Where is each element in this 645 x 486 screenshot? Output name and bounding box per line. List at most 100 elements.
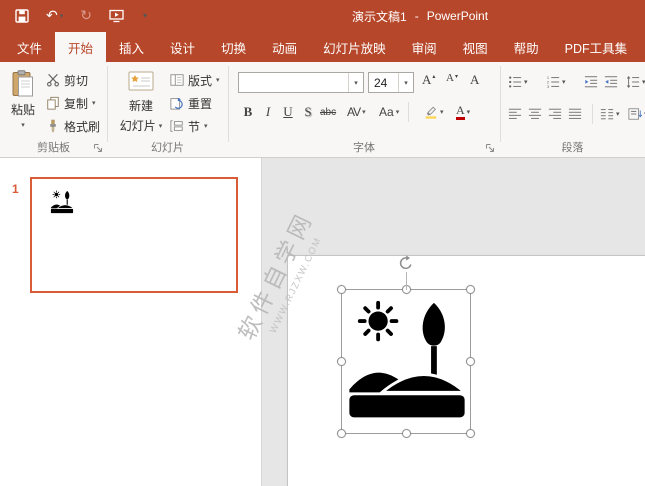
chevron-down-icon[interactable]: ▾ [398, 73, 413, 92]
format-painter-button[interactable]: 格式刷 [46, 116, 100, 136]
landscape-clipart-picture[interactable] [348, 298, 466, 427]
new-slide-button[interactable]: 新建 幻灯片 ▾ [116, 65, 166, 143]
cut-label: 剪切 [64, 72, 88, 89]
document-title: 演示文稿1 [352, 8, 407, 25]
slide-number: 1 [12, 182, 19, 196]
chevron-down-icon: ▾ [143, 12, 147, 20]
selection-handle[interactable] [337, 429, 346, 438]
font-name-select[interactable]: ▾ [238, 72, 364, 93]
slide-thumbnail[interactable] [30, 177, 238, 293]
tab-slideshow[interactable]: 幻灯片放映 [310, 32, 399, 62]
title-separator: - [415, 9, 419, 23]
font-dialog-launcher[interactable] [485, 142, 497, 154]
group-separator [228, 66, 229, 142]
save-button[interactable] [15, 9, 29, 23]
tab-transitions[interactable]: 切换 [208, 32, 259, 62]
decrease-indent-button[interactable] [584, 72, 598, 92]
selection-handle[interactable] [402, 429, 411, 438]
chevron-down-icon: ▾ [524, 78, 528, 86]
text-direction-icon [628, 107, 642, 121]
chevron-down-icon: ▾ [204, 122, 208, 130]
paste-button[interactable]: 粘贴 ▾ [4, 65, 42, 143]
format-painter-label: 格式刷 [64, 118, 100, 135]
tab-review[interactable]: 审阅 [399, 32, 450, 62]
tab-design[interactable]: 设计 [157, 32, 208, 62]
char-spacing-button[interactable]: AV ▾ [347, 102, 366, 122]
line-spacing-button[interactable]: ▾ [626, 72, 645, 92]
font-color-button[interactable]: A ▾ [456, 102, 470, 122]
text-shadow-button[interactable]: S [300, 102, 316, 122]
columns-button[interactable]: ▾ [600, 104, 620, 124]
undo-button[interactable]: ↶ ▾ [46, 9, 63, 23]
bullet-list-icon [508, 75, 522, 89]
font-size-select[interactable]: 24 ▾ [368, 72, 414, 93]
window-title: 演示文稿1 - PowerPoint [352, 0, 488, 32]
selection-handle[interactable] [466, 429, 475, 438]
align-left-button[interactable] [508, 104, 522, 124]
tab-help[interactable]: 帮助 [501, 32, 552, 62]
align-right-button[interactable] [548, 104, 562, 124]
strikethrough-button[interactable]: abc [320, 102, 336, 122]
tab-insert[interactable]: 插入 [106, 32, 157, 62]
text-highlight-color-button[interactable]: ▾ [424, 102, 444, 122]
copy-button[interactable]: 复制 ▾ [46, 93, 96, 113]
bullets-button[interactable]: ▾ [508, 72, 528, 92]
layout-button[interactable]: 版式 ▾ [170, 70, 220, 90]
group-separator [500, 66, 501, 142]
section-button[interactable]: 节 ▾ [170, 116, 208, 136]
selection-handle[interactable] [466, 285, 475, 294]
reset-button[interactable]: 重置 [170, 93, 212, 113]
text-direction-button[interactable]: ▾ [628, 104, 645, 124]
title-bar: ↶ ▾ ↻ ▾ 演示文稿1 - PowerPoint [0, 0, 645, 32]
clipboard-dialog-launcher[interactable] [93, 142, 105, 154]
chevron-down-icon: ▾ [159, 122, 163, 130]
start-slideshow-button[interactable] [109, 9, 124, 23]
chevron-down-icon: ▾ [396, 108, 400, 116]
cut-button[interactable]: 剪切 [46, 70, 88, 90]
bold-button[interactable]: B [240, 102, 256, 122]
button-separator [592, 104, 593, 124]
shrink-font-button[interactable]: A ▾ [446, 72, 458, 92]
customize-qat-button[interactable]: ▾ [141, 12, 147, 20]
tab-file[interactable]: 文件 [4, 32, 55, 62]
landscape-clipart-thumbnail [48, 190, 76, 215]
selection-handle[interactable] [466, 357, 475, 366]
picture-selection-box[interactable] [341, 289, 471, 434]
increase-indent-button[interactable] [604, 72, 618, 92]
grow-font-label: A [422, 72, 431, 88]
powerpoint-window: ↶ ▾ ↻ ▾ 演示文稿1 - PowerPoint 文件 [0, 0, 645, 486]
redo-button[interactable]: ↻ [80, 9, 92, 23]
rotation-handle[interactable] [398, 255, 414, 271]
section-icon [170, 119, 184, 133]
chevron-down-icon: ▾ [616, 110, 620, 118]
paragraph-group-label: 段落 [500, 139, 645, 155]
chevron-down-icon: ▾ [467, 108, 471, 116]
selection-handle[interactable] [337, 285, 346, 294]
char-spacing-label: AV [347, 105, 360, 119]
align-center-button[interactable] [528, 104, 542, 124]
selection-handle[interactable] [337, 357, 346, 366]
tab-home[interactable]: 开始 [55, 32, 106, 62]
slideshow-icon [109, 9, 124, 23]
underline-button[interactable]: U [280, 102, 296, 122]
chevron-down-icon[interactable]: ▾ [348, 73, 363, 92]
italic-button[interactable]: I [260, 102, 276, 122]
section-label: 节 [188, 118, 200, 135]
reset-icon [170, 96, 184, 110]
new-slide-label-line2-wrap: 幻灯片 ▾ [120, 117, 163, 134]
rotation-handle-connector [406, 272, 407, 290]
tab-animations[interactable]: 动画 [259, 32, 310, 62]
chevron-down-icon[interactable]: ▾ [60, 13, 64, 20]
tab-pdf-tools[interactable]: PDF工具集 [552, 32, 641, 62]
format-painter-icon [46, 119, 60, 133]
font-group-label: 字体 [228, 139, 500, 155]
change-case-button[interactable]: Aa ▾ [379, 102, 399, 122]
tab-view[interactable]: 视图 [450, 32, 501, 62]
grow-font-button[interactable]: A ▴ [422, 72, 435, 92]
numbering-button[interactable]: 123 ▾ [546, 72, 566, 92]
chevron-down-icon: ▾ [362, 108, 366, 116]
justify-button[interactable] [568, 104, 582, 124]
slide-canvas[interactable] [287, 255, 645, 486]
triangle-up-icon: ▴ [432, 73, 435, 80]
align-right-icon [548, 107, 562, 121]
